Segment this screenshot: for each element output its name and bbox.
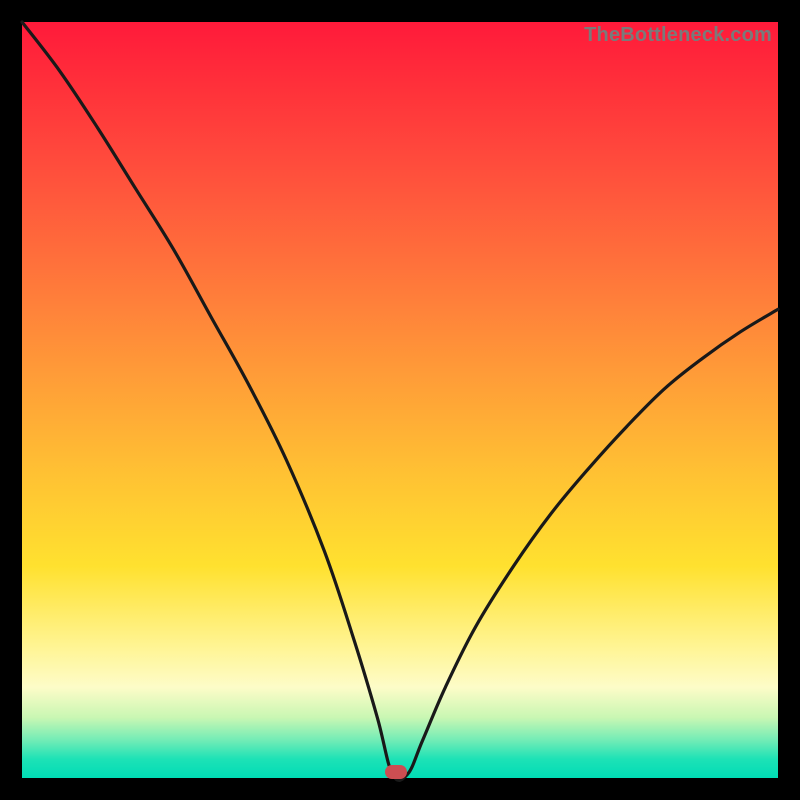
- bottleneck-marker: [385, 765, 407, 779]
- plot-area: TheBottleneck.com: [22, 22, 778, 778]
- chart-stage: TheBottleneck.com: [0, 0, 800, 800]
- bottleneck-curve: [22, 22, 778, 778]
- curve-path: [22, 22, 778, 780]
